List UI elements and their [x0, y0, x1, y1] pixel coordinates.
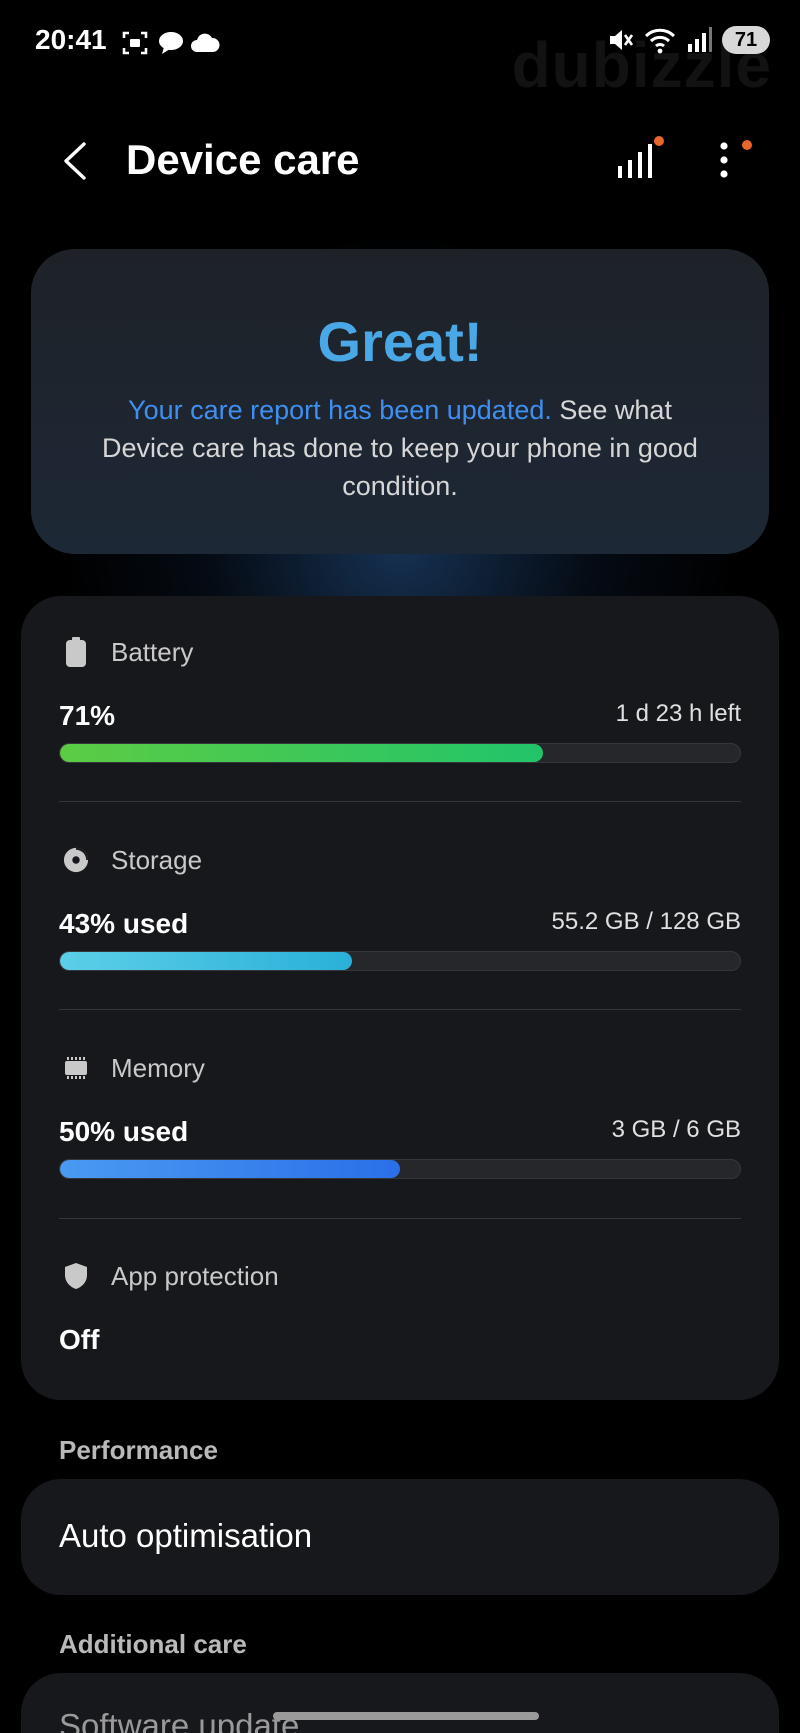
shield-icon [63, 1261, 89, 1291]
auto-optimisation-item[interactable]: Auto optimisation [21, 1479, 779, 1595]
divider [59, 1218, 741, 1219]
app-header: Device care [0, 120, 800, 200]
care-report-link[interactable]: Your care report has been updated. [128, 395, 552, 425]
mute-icon [610, 30, 634, 50]
report-title: Great! [317, 310, 483, 373]
software-update-label: Software update [59, 1707, 300, 1733]
storage-capacity: 55.2 GB / 128 GB [551, 908, 741, 935]
divider [59, 1009, 741, 1010]
page-title: Device care [126, 136, 360, 183]
device-status-card: Battery 71% 1 d 23 h left Storage 43% us… [21, 596, 779, 1400]
home-indicator[interactable] [273, 1712, 539, 1720]
wifi-icon [644, 28, 676, 54]
cloud-icon [191, 33, 220, 52]
storage-used: 43% used [59, 908, 189, 939]
app-protection-section[interactable]: App protection Off [59, 1256, 741, 1366]
memory-progress-bar [59, 1159, 741, 1179]
battery-section[interactable]: Battery 71% 1 d 23 h left [59, 632, 741, 763]
storage-progress-bar [59, 951, 741, 971]
signal-icon [688, 27, 712, 52]
divider [59, 801, 741, 802]
more-options-button[interactable] [698, 134, 752, 186]
storage-label: Storage [111, 844, 203, 875]
storage-progress-fill [60, 952, 353, 970]
software-update-item[interactable]: Software update [21, 1673, 779, 1733]
screenshot-icon [122, 31, 148, 55]
battery-icon: 71 [722, 26, 770, 54]
memory-label: Memory [111, 1052, 205, 1083]
auto-optimisation-label: Auto optimisation [59, 1517, 313, 1554]
additional-care-group-label: Additional care [59, 1629, 247, 1659]
status-time: 20:41 [35, 24, 107, 55]
battery-progress-bar [59, 743, 741, 763]
battery-time-left: 1 d 23 h left [615, 700, 741, 727]
memory-capacity: 3 GB / 6 GB [611, 1116, 741, 1143]
battery-progress-fill [60, 744, 543, 762]
notification-badge [742, 140, 752, 150]
notification-badge [654, 136, 664, 146]
memory-progress-fill [60, 1160, 400, 1178]
care-report-card[interactable]: Great! Your care report has been updated… [31, 249, 769, 554]
chat-bubble-icon [159, 32, 183, 54]
status-icons: 71 [606, 26, 770, 54]
memory-used: 50% used [59, 1116, 189, 1147]
battery-level: 71 [734, 28, 758, 51]
battery-label: Battery [111, 636, 194, 667]
storage-section[interactable]: Storage 43% used 55.2 GB / 128 GB [59, 840, 741, 971]
app-protection-label: App protection [111, 1260, 279, 1291]
memory-chip-icon [63, 1053, 89, 1083]
memory-section[interactable]: Memory 50% used 3 GB / 6 GB [59, 1048, 741, 1179]
performance-button[interactable] [610, 134, 664, 186]
performance-group-label: Performance [59, 1435, 218, 1465]
report-description: Your care report has been updated. See w… [91, 391, 709, 505]
battery-icon [63, 637, 89, 667]
battery-percentage: 71% [59, 700, 116, 731]
status-bar: 20:41 dubizzle 71 [0, 0, 800, 101]
pie-chart-icon [63, 845, 89, 875]
app-protection-value: Off [59, 1324, 100, 1355]
back-arrow-icon[interactable] [56, 138, 96, 184]
